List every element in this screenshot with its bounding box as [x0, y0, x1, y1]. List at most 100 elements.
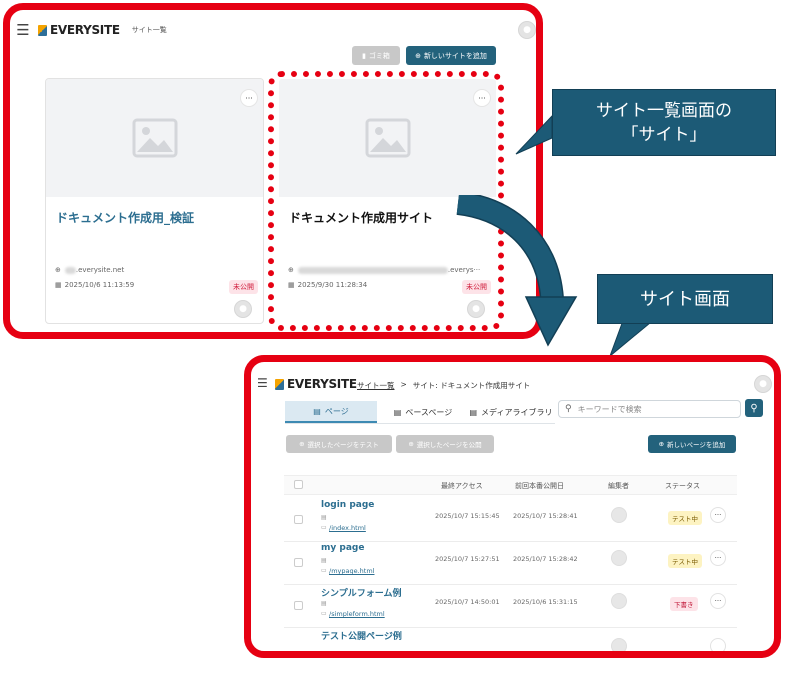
row-divider	[284, 627, 737, 628]
trash-icon: ▮	[362, 51, 366, 60]
add-site-button[interactable]: ⊕ 新しいサイトを追加	[406, 46, 496, 65]
row-divider	[284, 541, 737, 542]
page-url-icon: ▭	[321, 524, 327, 531]
tab-divider	[285, 423, 555, 424]
search-placeholder: キーワードで検索	[577, 404, 642, 414]
col-last-publish: 前回本番公開日	[515, 482, 564, 490]
test-selected-pages-button[interactable]: ⊕ 選択したページをテスト	[286, 435, 392, 453]
site-date: ▦ 2025/10/6 11:13:59	[55, 281, 134, 289]
publish-selected-label: 選択したページを公開	[416, 441, 482, 449]
logo-mark-icon	[38, 24, 47, 36]
page-url-link[interactable]: /mypage.html	[329, 567, 374, 575]
last-publish-time: 2025/10/7 15:28:41	[513, 512, 578, 520]
search-button[interactable]: ⚲	[745, 399, 763, 417]
site-domain: ⊕ .everysite.net	[55, 266, 124, 274]
search-input[interactable]: ⚲ キーワードで検索	[558, 400, 741, 418]
everysite-logo[interactable]: EVERYSITE	[275, 377, 357, 391]
editor-avatar-icon	[611, 593, 627, 609]
base-page-icon: ▤	[393, 407, 402, 417]
callout-pointer-site-screen	[608, 318, 657, 358]
page-file-icon: ▤	[321, 557, 327, 564]
col-last-access: 最終アクセス	[441, 482, 483, 490]
page-file-icon: ▤	[321, 514, 327, 521]
tab-base-pages[interactable]: ▤ ベースページ	[377, 401, 469, 423]
editor-avatar-icon	[611, 638, 627, 651]
site-screen-screenshot: ☰ EVERYSITE サイト一覧 > サイト: ドキュメント作成用サイト ● …	[244, 355, 781, 658]
row-more-button[interactable]: ···	[710, 593, 726, 609]
plus-circle-icon: ⊕	[299, 440, 305, 448]
page-url-icon: ▭	[321, 567, 327, 574]
callout-line-1: サイト一覧画面の	[596, 101, 732, 121]
select-all-checkbox[interactable]	[294, 480, 303, 489]
row-checkbox[interactable]	[294, 601, 303, 610]
callout-line-2: 「サイト」	[621, 125, 707, 145]
tab-pages-label: ページ	[324, 406, 349, 416]
page-url-icon: ▭	[321, 610, 327, 617]
editor-avatar-icon	[611, 507, 627, 523]
breadcrumb: サイト一覧 > サイト: ドキュメント作成用サイト	[357, 380, 530, 391]
hamburger-menu-icon[interactable]: ☰	[16, 21, 30, 39]
last-access-time: 2025/10/7 15:15:45	[435, 512, 500, 520]
last-access-time: 2025/10/7 15:27:51	[435, 555, 500, 563]
page-name-link[interactable]: テスト公開ページ例	[321, 629, 402, 642]
date-text: 2025/10/6 11:13:59	[64, 281, 135, 289]
globe-icon: ⊕	[55, 266, 61, 274]
status-badge: テスト中	[668, 554, 702, 568]
logo-text: EVERYSITE	[50, 23, 120, 37]
transition-arrow-icon	[456, 195, 578, 347]
plus-circle-icon: ⊕	[658, 440, 665, 448]
test-selected-label: 選択したページをテスト	[307, 441, 379, 449]
page-name-link[interactable]: login page	[321, 500, 374, 510]
card-more-button[interactable]: ···	[240, 89, 258, 107]
everysite-logo[interactable]: EVERYSITE	[38, 23, 120, 37]
status-badge: 下書き	[670, 597, 698, 611]
status-badge: 未公開	[229, 280, 258, 294]
tab-base-pages-label: ベースページ	[405, 407, 453, 417]
page-name-link[interactable]: シンプルフォーム例	[321, 586, 401, 599]
calendar-icon: ▦	[55, 281, 62, 289]
last-access-time: 2025/10/7 14:50:01	[435, 598, 500, 606]
user-avatar-icon[interactable]: ●	[754, 375, 772, 393]
domain-text: .everysite.net	[75, 266, 125, 274]
site-title[interactable]: ドキュメント作成用_検証	[56, 209, 194, 226]
row-more-button[interactable]: ···	[710, 550, 726, 566]
editor-avatar-icon	[611, 550, 627, 566]
breadcrumb-current: サイト: ドキュメント作成用サイト	[412, 381, 531, 390]
trash-button[interactable]: ▮ ゴミ箱	[352, 46, 400, 65]
tab-pages[interactable]: ▤ ページ	[285, 401, 377, 423]
page-url-link[interactable]: /simpleform.html	[329, 610, 385, 618]
site-thumbnail	[46, 79, 263, 197]
status-badge: テスト中	[668, 511, 702, 525]
domain-redacted	[64, 266, 76, 274]
row-checkbox[interactable]	[294, 515, 303, 524]
search-icon: ⚲	[750, 402, 758, 414]
logo-text: EVERYSITE	[287, 377, 357, 391]
site-card[interactable]: ··· ドキュメント作成用_検証 ⊕ .everysite.net ▦ 2025…	[45, 78, 264, 324]
add-page-label: 新しいページを追加	[667, 441, 726, 449]
callout-site-list: サイト一覧画面の 「サイト」	[552, 89, 776, 156]
user-avatar-icon[interactable]: ●	[518, 21, 536, 39]
breadcrumb: サイト一覧	[131, 26, 167, 34]
media-library-icon: ▤	[469, 407, 478, 417]
add-site-label: 新しいサイトを追加	[423, 51, 487, 60]
hamburger-menu-icon[interactable]: ☰	[257, 376, 268, 390]
page-icon: ▤	[313, 406, 321, 416]
callout-site-screen: サイト画面	[597, 274, 773, 324]
row-divider	[284, 584, 737, 585]
page-name-link[interactable]: my page	[321, 543, 364, 553]
tab-media-library[interactable]: ▤ メディアライブラリ	[469, 401, 553, 423]
trash-label: ゴミ箱	[368, 51, 390, 60]
row-more-button[interactable]: ···	[710, 507, 726, 523]
row-more-button[interactable]	[710, 638, 726, 651]
search-icon: ⚲	[565, 404, 572, 414]
publish-selected-pages-button[interactable]: ⊕ 選択したページを公開	[396, 435, 494, 453]
image-placeholder-icon	[132, 118, 177, 158]
page-url-link[interactable]: /index.html	[329, 524, 366, 532]
breadcrumb-site-list-link[interactable]: サイト一覧	[357, 380, 395, 391]
tab-media-library-label: メディアライブラリ	[481, 407, 553, 417]
add-page-button[interactable]: ⊕ 新しいページを追加	[648, 435, 736, 453]
plus-circle-icon: ⊕	[415, 51, 421, 60]
col-editor: 編集者	[608, 482, 629, 490]
row-checkbox[interactable]	[294, 558, 303, 567]
logo-mark-icon	[275, 378, 284, 390]
